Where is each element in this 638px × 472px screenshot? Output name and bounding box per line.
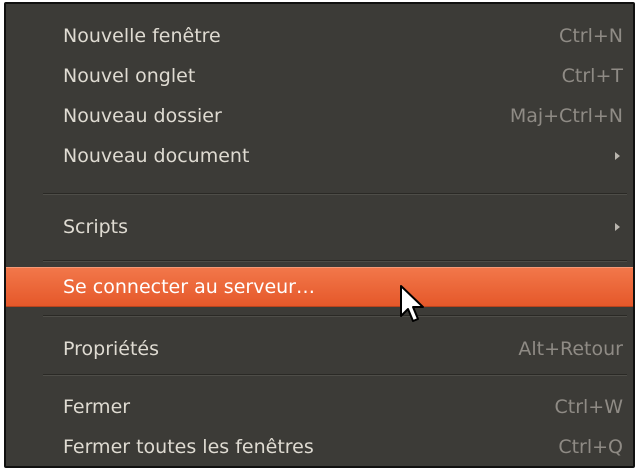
menu-item-connect-to-server[interactable]: Se connecter au serveur… (6, 267, 633, 307)
menu-item-close-all-windows[interactable]: Fermer toutes les fenêtres Ctrl+Q (6, 427, 633, 466)
menu-item-shortcut: Alt+Retour (518, 338, 623, 360)
menu-item-shortcut: Ctrl+Q (558, 436, 623, 458)
menu-separator (43, 193, 627, 195)
menu-item-label: Fermer (63, 396, 131, 418)
menu-item-label: Nouvelle fenêtre (63, 25, 221, 47)
menu-item-new-tab[interactable]: Nouvel onglet Ctrl+T (6, 56, 633, 96)
mouse-pointer-icon (400, 285, 424, 322)
menu-item-new-folder[interactable]: Nouveau dossier Maj+Ctrl+N (6, 96, 633, 136)
menu-separator (43, 315, 627, 317)
menu-item-label: Se connecter au serveur… (63, 276, 315, 298)
menu-separator (43, 260, 627, 262)
menu-item-shortcut: Ctrl+W (554, 396, 623, 418)
screenshot-canvas: Nouvelle fenêtre Ctrl+N Nouvel onglet Ct… (0, 0, 638, 472)
menu-item-close[interactable]: Fermer Ctrl+W (6, 387, 633, 427)
menu-item-label: Nouveau dossier (63, 105, 222, 127)
file-context-menu: Nouvelle fenêtre Ctrl+N Nouvel onglet Ct… (4, 2, 635, 468)
menu-item-new-document[interactable]: Nouveau document (6, 136, 633, 176)
menu-separator (43, 374, 627, 376)
menu-item-label: Nouvel onglet (63, 65, 196, 87)
menu-item-label: Fermer toutes les fenêtres (63, 436, 314, 458)
menu-item-label: Propriétés (63, 338, 160, 360)
menu-item-shortcut: Maj+Ctrl+N (509, 105, 623, 127)
menu-item-label: Scripts (63, 216, 129, 238)
menu-item-shortcut: Ctrl+T (561, 65, 623, 87)
menu-item-scripts[interactable]: Scripts (6, 207, 633, 247)
submenu-arrow-icon (615, 223, 620, 231)
submenu-arrow-icon (615, 152, 620, 160)
menu-item-new-window[interactable]: Nouvelle fenêtre Ctrl+N (6, 16, 633, 56)
menu-item-shortcut: Ctrl+N (559, 25, 623, 47)
menu-item-properties[interactable]: Propriétés Alt+Retour (6, 329, 633, 369)
menu-item-label: Nouveau document (63, 145, 250, 167)
